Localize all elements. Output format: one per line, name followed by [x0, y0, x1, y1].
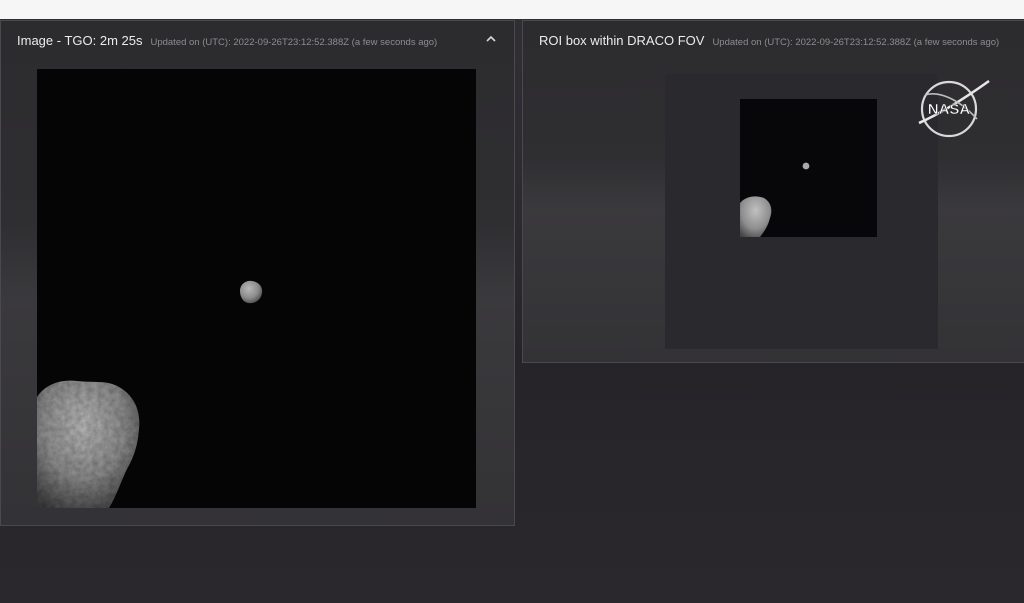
- chevron-up-icon-glyph: [486, 35, 496, 42]
- tgo-image: [37, 69, 476, 508]
- draco-fov-box: [665, 74, 938, 349]
- image-panel-updated-time: Updated on (UTC): 2022-09-26T23:12:52.38…: [150, 37, 438, 48]
- roi-panel: ROI box within DRACO FOV Updated on (UTC…: [522, 20, 1024, 363]
- nasa-logo: NASA: [918, 79, 990, 138]
- broadcast-stage: Image - TGO: 2m 25s Updated on (UTC): 20…: [0, 0, 1024, 603]
- image-panel-header: Image - TGO: 2m 25s Updated on (UTC): 20…: [17, 33, 498, 53]
- dimorphos-asteroid: [240, 280, 263, 304]
- roi-panel-header: ROI box within DRACO FOV Updated on (UTC…: [539, 33, 1008, 53]
- nasa-logo-text: NASA: [928, 101, 971, 118]
- chevron-up-icon[interactable]: [482, 30, 500, 48]
- roi-box: [740, 99, 877, 237]
- roi-panel-updated-time: Updated on (UTC): 2022-09-26T23:12:52.38…: [712, 37, 1000, 48]
- didymos-asteroid: [37, 380, 140, 508]
- didymos-asteroid-small: [740, 196, 772, 237]
- image-panel-title: Image - TGO: 2m 25s: [17, 33, 143, 48]
- top-bar: [0, 0, 1024, 19]
- roi-panel-title: ROI box within DRACO FOV: [539, 33, 705, 48]
- image-panel: Image - TGO: 2m 25s Updated on (UTC): 20…: [0, 20, 515, 526]
- dimorphos-asteroid-small: [802, 162, 810, 170]
